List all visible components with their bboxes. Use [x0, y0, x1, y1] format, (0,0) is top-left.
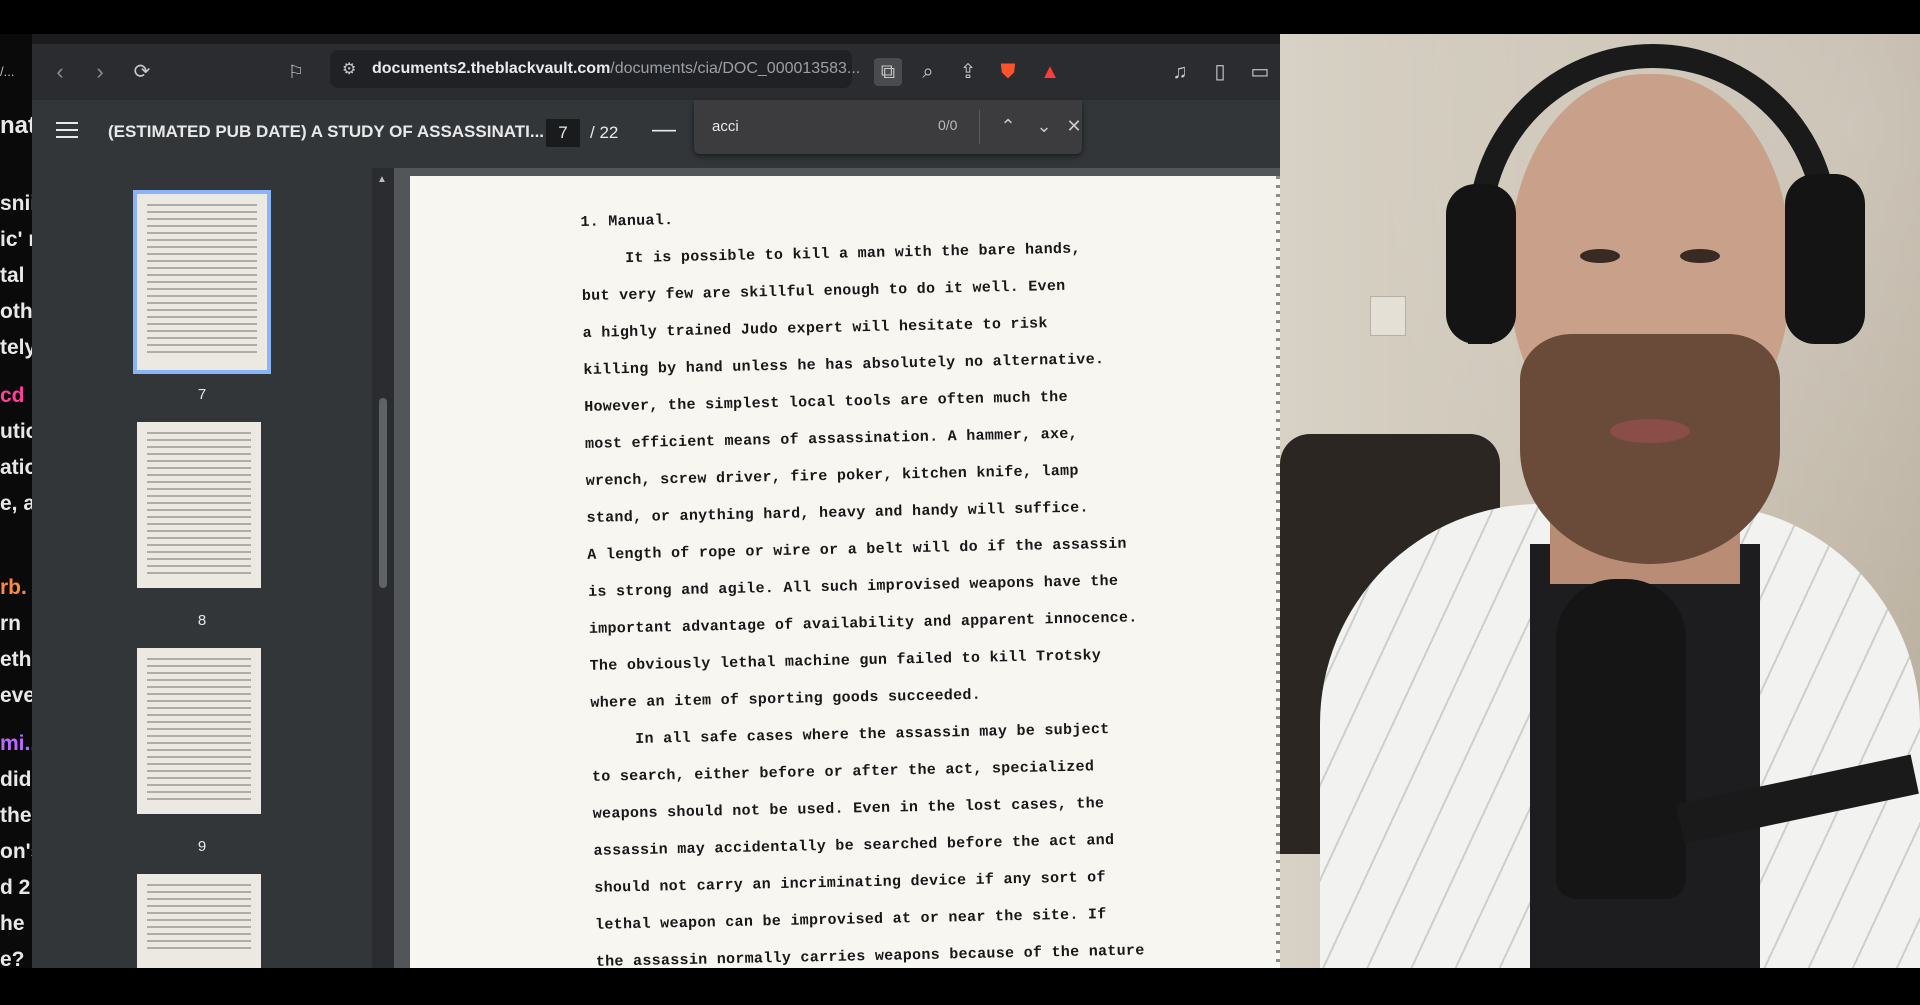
find-input[interactable] — [710, 110, 944, 142]
chat-fragment: tal — [0, 264, 25, 287]
chat-fragment: snii — [0, 192, 32, 215]
pdf-page: 1. Manual. It is possible to kill a man … — [410, 176, 1280, 968]
page-thumbnail[interactable] — [137, 874, 261, 968]
chat-fragment: he — [0, 912, 25, 935]
find-result-count: 0/0 — [938, 117, 958, 133]
url-domain: documents2.theblackvault.com — [372, 60, 611, 77]
chat-fragment: eve — [0, 684, 32, 707]
chat-fragment: nat — [0, 112, 32, 139]
thumbnail-label: 9 — [197, 838, 207, 855]
microphone — [1556, 579, 1686, 899]
page-thumbnail[interactable] — [133, 190, 271, 374]
chat-fragment: /... — [0, 64, 15, 79]
chat-panel-fragment: /... nat snii ic' n tal oth tely cd utic… — [0, 34, 32, 968]
url-bar[interactable]: ⚙ documents2.theblackvault.com/documents… — [330, 50, 860, 88]
find-previous-icon[interactable]: ⌃ — [994, 112, 1022, 140]
brave-rewards-icon[interactable]: ▲ — [1036, 58, 1064, 86]
thumbnail-label: 8 — [197, 612, 207, 629]
url-path: /documents/cia/DOC_000013583... — [610, 60, 861, 77]
person-beard — [1520, 334, 1780, 564]
thumbnail-label: 7 — [197, 386, 207, 403]
page-total: / 22 — [590, 123, 619, 142]
pdf-viewer[interactable]: 1. Manual. It is possible to kill a man … — [394, 168, 1280, 968]
menu-icon[interactable] — [56, 122, 78, 140]
scroll-up-icon[interactable]: ▲ — [377, 174, 387, 185]
chat-username: mi.. — [0, 732, 32, 755]
page-text: 1. Manual. It is possible to kill a man … — [580, 191, 1216, 968]
find-next-icon[interactable]: ⌄ — [1030, 112, 1058, 140]
chat-fragment: utic — [0, 420, 32, 443]
chat-fragment: ic' n — [0, 228, 32, 251]
screenshot-icon[interactable]: ⧉ — [874, 58, 902, 86]
chat-username: cd — [0, 384, 25, 407]
chat-username: rb. — [0, 576, 27, 599]
share-icon[interactable]: ⇪ — [954, 58, 982, 86]
thumbnail-scrollbar[interactable]: ▲ — [372, 168, 394, 968]
page-thumbnail[interactable] — [137, 648, 261, 814]
address-toolbar: ‹ › ⟳ ⚐ ⚙ documents2.theblackvault.com/d… — [32, 44, 1280, 100]
chat-fragment: rn — [0, 612, 21, 635]
chat-fragment: the — [0, 804, 32, 827]
back-button[interactable]: ‹ — [46, 58, 74, 86]
wallet-icon[interactable]: ▭ — [1246, 58, 1274, 86]
bookmark-icon[interactable]: ⚐ — [282, 58, 310, 86]
thumbnail-sidebar: 7 8 9 — [32, 168, 372, 968]
sidebar-toggle-icon[interactable]: ▯ — [1206, 58, 1234, 86]
media-icon[interactable]: ♫ — [1166, 58, 1194, 86]
chat-fragment: atio — [0, 456, 32, 479]
chat-fragment: ethi — [0, 648, 32, 671]
find-close-icon[interactable]: ✕ — [1066, 112, 1082, 140]
zoom-out-button[interactable]: — — [652, 116, 676, 144]
brave-shield-icon[interactable]: ⛊ — [994, 58, 1022, 86]
find-divider — [979, 110, 980, 144]
wall-outlet — [1370, 296, 1406, 336]
page-number-input[interactable]: 7 — [546, 119, 580, 147]
chat-fragment: on's — [0, 840, 32, 863]
scroll-thumb[interactable] — [379, 398, 387, 588]
page-thumbnail[interactable] — [137, 422, 261, 588]
find-bar: 0/0 ⌃ ⌄ ✕ — [694, 100, 1082, 154]
browser-window: ‹ › ⟳ ⚐ ⚙ documents2.theblackvault.com/d… — [32, 34, 1280, 968]
chat-fragment: d 2 — [0, 876, 31, 899]
url-text: documents2.theblackvault.com/documents/c… — [372, 60, 860, 78]
document-title: (ESTIMATED PUB DATE) A STUDY OF ASSASSIN… — [108, 122, 545, 141]
chat-fragment: e, a — [0, 492, 32, 515]
reload-button[interactable]: ⟳ — [128, 58, 156, 86]
webcam-feed — [1280, 34, 1920, 968]
headphone-cup — [1785, 174, 1865, 344]
forward-button[interactable]: › — [86, 58, 114, 86]
chat-fragment: tely — [0, 336, 32, 359]
tab-strip — [32, 34, 1280, 44]
zoom-icon[interactable]: ⌕ — [914, 58, 942, 86]
site-settings-icon[interactable]: ⚙ — [342, 59, 356, 79]
headphone-cup — [1446, 184, 1516, 344]
chat-fragment: e? — [0, 948, 25, 968]
chat-fragment: did — [0, 768, 32, 791]
pdf-toolbar: (ESTIMATED PUB DATE) A STUDY OF ASSASSIN… — [32, 100, 1280, 168]
chat-fragment: oth — [0, 300, 32, 323]
person-mouth — [1610, 419, 1690, 443]
letterbox-bar — [0, 968, 1920, 1005]
